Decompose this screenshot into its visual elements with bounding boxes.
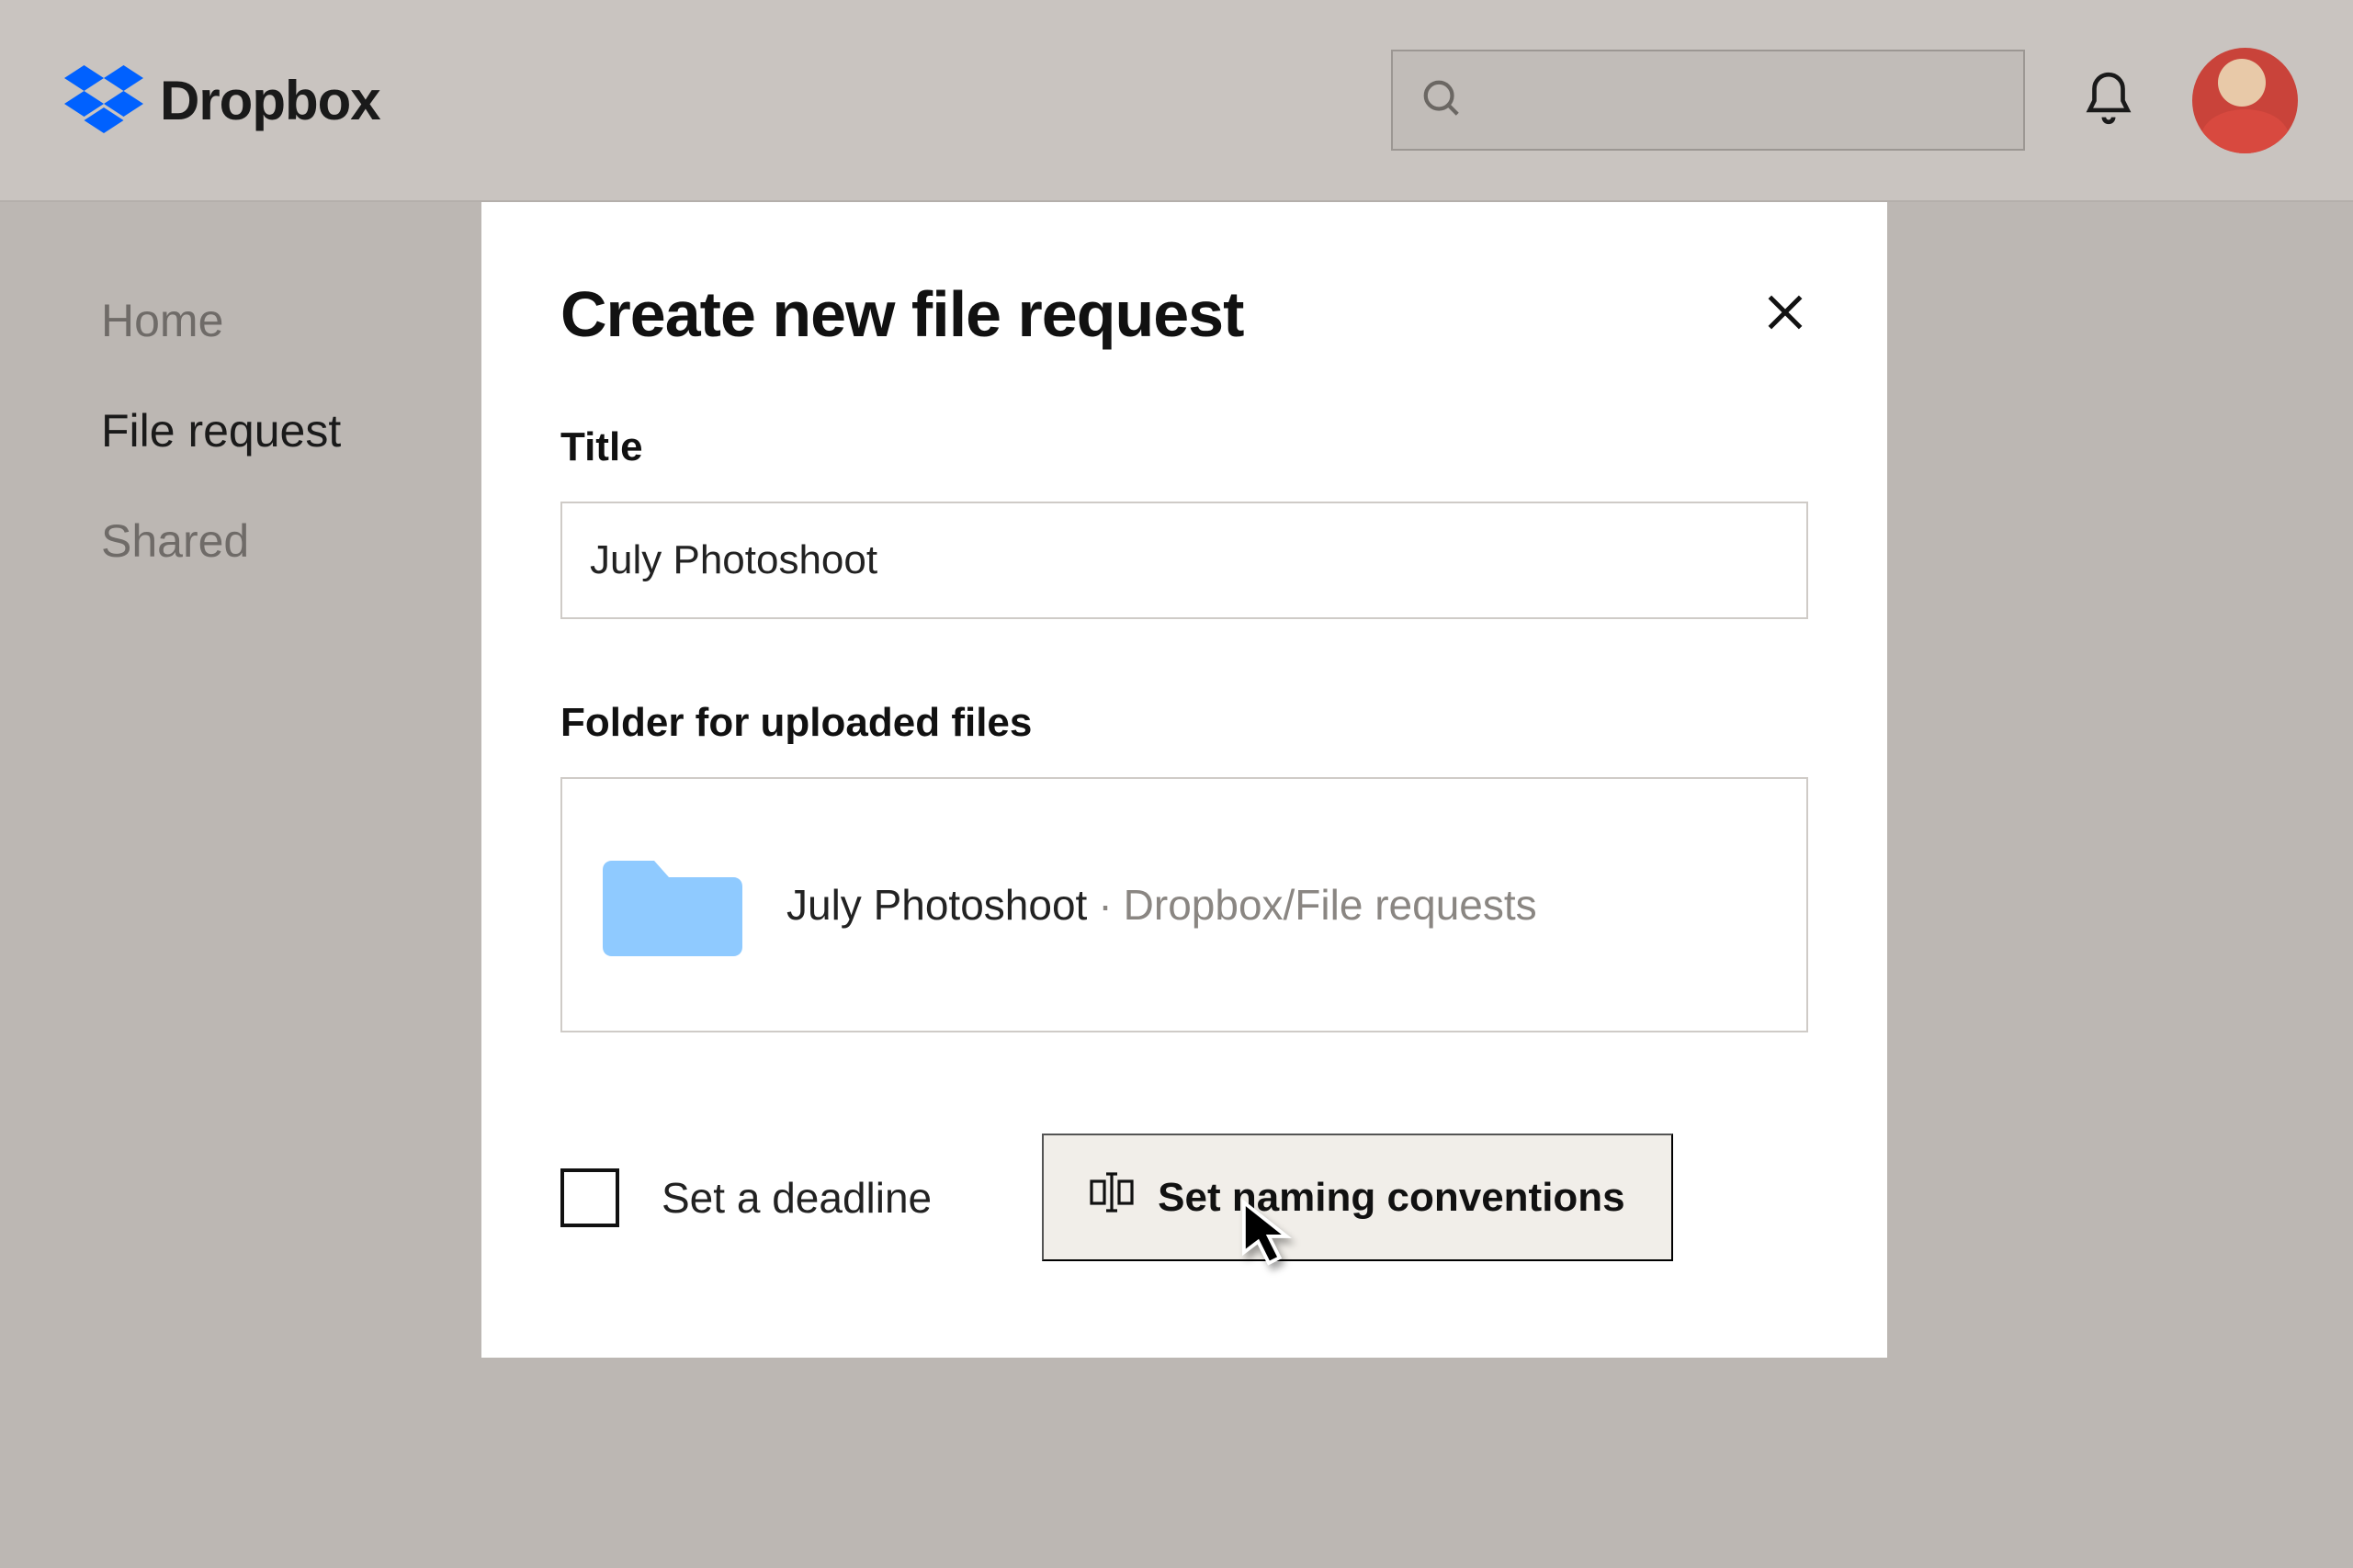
user-avatar[interactable] — [2192, 48, 2298, 153]
text-cursor-icon — [1090, 1172, 1134, 1223]
naming-button-label: Set naming conventions — [1158, 1175, 1625, 1221]
search-icon — [1420, 77, 1463, 124]
deadline-checkbox-label: Set a deadline — [662, 1173, 932, 1223]
notifications-icon[interactable] — [2080, 70, 2137, 131]
folder-path: Dropbox/File requests — [1124, 881, 1537, 929]
folder-name: July Photoshoot — [786, 881, 1087, 929]
deadline-checkbox[interactable] — [560, 1168, 619, 1227]
folder-label: Folder for uploaded files — [560, 700, 1808, 746]
sidebar-item-shared[interactable]: Shared — [101, 514, 341, 568]
create-file-request-modal: Create new file request Title Folder for… — [481, 202, 1887, 1358]
sidebar-item-home[interactable]: Home — [101, 294, 341, 347]
title-label: Title — [560, 424, 1808, 470]
brand: Dropbox — [64, 65, 380, 135]
header-right — [1391, 48, 2298, 153]
title-input[interactable] — [560, 502, 1808, 619]
dropbox-logo-icon — [64, 65, 143, 135]
folder-picker[interactable]: July Photoshoot·Dropbox/File requests — [560, 777, 1808, 1032]
deadline-checkbox-group[interactable]: Set a deadline — [560, 1168, 932, 1227]
modal-title: Create new file request — [560, 277, 1243, 351]
search-input[interactable] — [1391, 50, 2025, 151]
folder-icon — [599, 839, 746, 972]
set-naming-conventions-button[interactable]: Set naming conventions — [1042, 1134, 1673, 1261]
sidebar-nav: Home File request Shared — [101, 294, 341, 568]
close-icon[interactable] — [1762, 289, 1808, 340]
sidebar-item-file-request[interactable]: File request — [101, 404, 341, 457]
app-header: Dropbox — [0, 0, 2353, 202]
folder-path-text: July Photoshoot·Dropbox/File requests — [786, 880, 1537, 930]
brand-name: Dropbox — [160, 69, 380, 132]
